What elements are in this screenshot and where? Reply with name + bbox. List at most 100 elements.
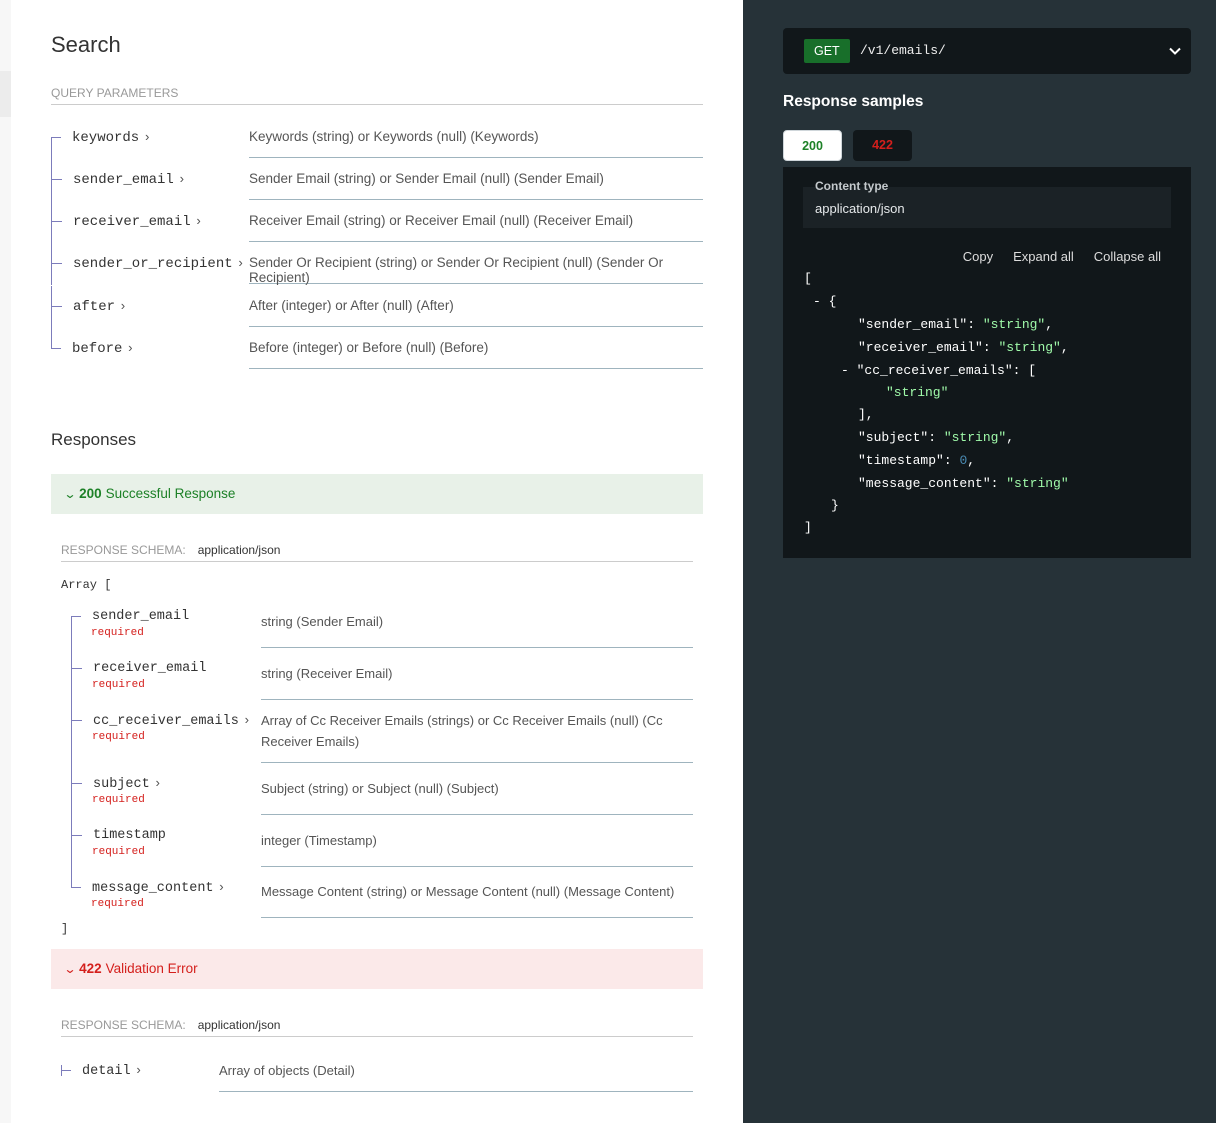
schema-field-row: timestamp required integer (Timestamp) xyxy=(71,825,693,877)
field-desc: string (Sender Email) xyxy=(261,606,693,648)
field-name: receiver_email xyxy=(93,661,207,676)
field-desc: Message Content (string) or Message Cont… xyxy=(261,877,693,918)
chevron-right-icon: › xyxy=(177,172,186,187)
param-row[interactable]: sender_or_recipient › Sender Or Recipient… xyxy=(51,243,703,285)
expand-all-button[interactable]: Expand all xyxy=(1013,249,1074,264)
field-name[interactable]: subject xyxy=(93,777,150,792)
required-label: required xyxy=(92,679,145,691)
param-name-after[interactable]: after xyxy=(73,299,115,315)
response-code: 422 xyxy=(79,961,102,976)
schema-field-row[interactable]: message_content › required Message Conten… xyxy=(71,877,693,929)
chevron-right-icon: › xyxy=(143,130,152,145)
chevron-down-icon: ⌄ xyxy=(63,962,77,976)
required-label: required xyxy=(92,846,145,858)
field-name[interactable]: message_content xyxy=(92,881,214,896)
collapse-toggle[interactable]: - xyxy=(813,294,821,309)
chevron-right-icon: › xyxy=(194,214,203,229)
param-name-cell: sender_email › xyxy=(51,159,250,201)
tab-422[interactable]: 422 xyxy=(853,130,912,161)
field-desc: Array of Cc Receiver Emails (strings) or… xyxy=(261,710,693,763)
copy-button[interactable]: Copy xyxy=(963,249,993,264)
param-row[interactable]: keywords › Keywords (string) or Keywords … xyxy=(51,117,703,159)
param-name-sender-or-recipient[interactable]: sender_or_recipient xyxy=(73,256,233,272)
array-close: ] xyxy=(61,922,69,936)
code-line: [ xyxy=(804,271,812,286)
param-name-sender-email[interactable]: sender_email xyxy=(73,172,174,188)
field-name[interactable]: cc_receiver_emails xyxy=(93,714,239,729)
chevron-down-icon xyxy=(1169,47,1181,55)
tab-200[interactable]: 200 xyxy=(783,130,842,161)
param-desc: Sender Or Recipient (string) or Sender O… xyxy=(249,243,703,285)
array-open: Array [ xyxy=(61,578,112,592)
field-name: timestamp xyxy=(93,828,166,843)
chevron-right-icon: › xyxy=(236,256,245,271)
collapse-toggle[interactable]: - xyxy=(841,363,849,378)
schema-field-row[interactable]: cc_receiver_emails › required Array of Cc… xyxy=(71,710,693,773)
collapse-all-button[interactable]: Collapse all xyxy=(1094,249,1161,264)
param-name-cell: receiver_email › xyxy=(51,201,250,243)
schema-field-row: receiver_email required string (Receiver… xyxy=(71,658,693,710)
field-name-detail[interactable]: detail xyxy=(82,1064,131,1079)
param-desc: Keywords (string) or Keywords (null) (Ke… xyxy=(249,117,703,158)
param-name-before[interactable]: before xyxy=(72,341,122,357)
query-parameters-caption: QUERY PARAMETERS xyxy=(51,86,703,105)
field-name: sender_email xyxy=(92,609,190,624)
response-schema-line: RESPONSE SCHEMA: application/json xyxy=(61,1018,693,1037)
chevron-right-icon: › xyxy=(134,1063,143,1078)
response-422-toggle[interactable]: ⌄ 422 Validation Error xyxy=(51,949,703,989)
response-label: Validation Error xyxy=(105,961,198,976)
response-label: Successful Response xyxy=(105,486,236,501)
schema-mime: application/json xyxy=(197,543,281,557)
sidebar-edge xyxy=(0,0,11,1123)
response-sample-panel: application/json Content type Copy Expand… xyxy=(783,167,1191,558)
code-line: } xyxy=(831,498,839,513)
response-200-toggle[interactable]: ⌄ 200 Successful Response xyxy=(51,474,703,514)
field-desc: Subject (string) or Subject (null) (Subj… xyxy=(261,773,693,815)
schema-mime: application/json xyxy=(197,1018,281,1032)
response-code: 200 xyxy=(79,486,102,501)
schema-field-row[interactable]: detail › Array of objects (Detail) xyxy=(61,1060,693,1093)
code-line: "sender_email": "string", xyxy=(858,317,1054,332)
http-method-badge: GET xyxy=(804,39,850,63)
field-desc: string (Receiver Email) xyxy=(261,658,693,700)
param-row[interactable]: receiver_email › Receiver Email (string) … xyxy=(51,201,703,243)
code-toolbar: Copy Expand all Collapse all xyxy=(943,249,1161,264)
field-desc: integer (Timestamp) xyxy=(261,825,693,867)
chevron-right-icon: › xyxy=(119,299,127,314)
chevron-right-icon: › xyxy=(242,713,251,728)
content-type-value: application/json xyxy=(815,201,905,216)
param-name-keywords[interactable]: keywords xyxy=(72,130,139,146)
code-line: - "cc_receiver_emails": [ xyxy=(841,363,1037,378)
param-row[interactable]: after › After (integer) or After (null) (… xyxy=(51,286,703,328)
required-label: required xyxy=(92,731,145,743)
code-line: - { xyxy=(813,294,837,309)
chevron-right-icon: › xyxy=(217,880,226,895)
content-type-box: application/json xyxy=(803,187,1171,228)
page-title: Search xyxy=(51,32,121,57)
schema-caption: RESPONSE SCHEMA: xyxy=(61,543,186,557)
param-desc: Receiver Email (string) or Receiver Emai… xyxy=(249,201,703,242)
schema-field-row: sender_email required string (Sender Ema… xyxy=(71,606,693,658)
code-line: "message_content": "string" xyxy=(858,476,1069,491)
content-type-label: Content type xyxy=(815,179,889,193)
sidebar-active-marker xyxy=(0,71,11,117)
main-content: Search QUERY PARAMETERS keywords › Keywor… xyxy=(11,0,743,1123)
response-samples-title: Response samples xyxy=(783,93,924,110)
param-name-cell: keywords › xyxy=(51,117,249,159)
endpoint-path: /v1/emails/ xyxy=(860,43,946,58)
schema-caption: RESPONSE SCHEMA: xyxy=(61,1018,186,1032)
code-line: "subject": "string", xyxy=(858,430,1015,445)
endpoint-selector[interactable]: GET /v1/emails/ xyxy=(783,28,1191,74)
param-name-cell: after › xyxy=(51,286,250,328)
code-line: "receiver_email": "string", xyxy=(858,340,1069,355)
chevron-down-icon: ⌄ xyxy=(63,487,77,501)
response-schema-line: RESPONSE SCHEMA: application/json xyxy=(61,543,693,562)
chevron-right-icon: › xyxy=(126,341,135,356)
code-line: "timestamp": 0, xyxy=(858,453,976,468)
schema-field-row[interactable]: subject › required Subject (string) or Su… xyxy=(71,773,693,825)
param-row[interactable]: before › Before (integer) or Before (null… xyxy=(51,328,703,370)
code-line: "string" xyxy=(886,385,949,400)
param-row[interactable]: sender_email › Sender Email (string) or S… xyxy=(51,159,703,201)
responses-heading: Responses xyxy=(51,430,137,449)
param-name-receiver-email[interactable]: receiver_email xyxy=(73,214,191,230)
